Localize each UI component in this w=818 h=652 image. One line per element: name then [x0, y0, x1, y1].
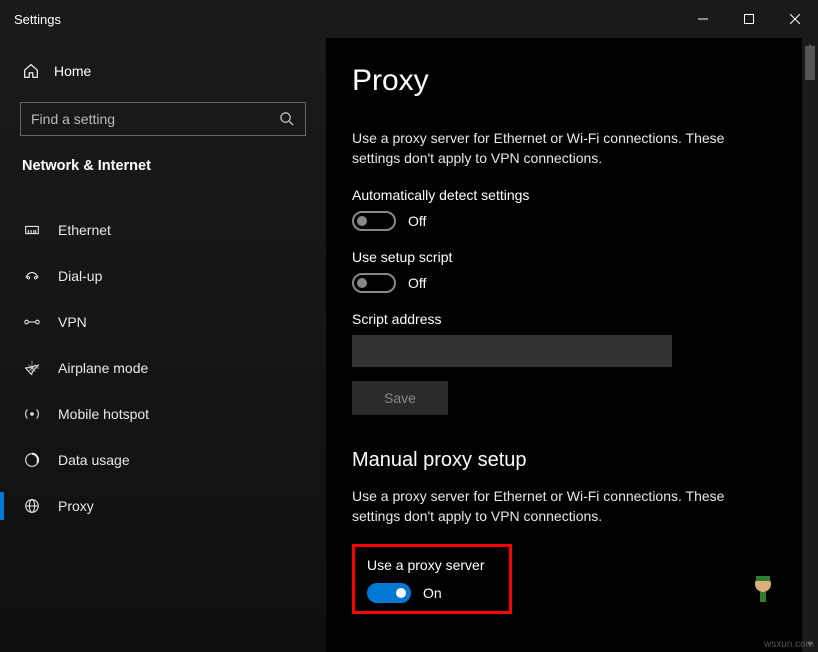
auto-detect-label: Automatically detect settings [352, 187, 776, 203]
page-title: Proxy [352, 64, 776, 98]
sidebar-category: Network & Internet [0, 158, 326, 194]
avatar-icon [746, 570, 780, 604]
window-title: Settings [0, 12, 61, 27]
sidebar-item-label: Airplane mode [58, 360, 148, 376]
hotspot-icon [22, 404, 42, 424]
search-input[interactable] [31, 111, 279, 127]
use-proxy-state: On [423, 585, 442, 601]
scroll-thumb[interactable] [805, 46, 815, 80]
vpn-icon [22, 312, 42, 332]
sidebar-item-label: Mobile hotspot [58, 406, 149, 422]
maximize-button[interactable] [726, 0, 772, 38]
globe-icon [22, 496, 42, 516]
auto-detect-toggle[interactable] [352, 211, 396, 231]
home-label: Home [54, 63, 91, 79]
content-area: Proxy Use a proxy server for Ethernet or… [326, 38, 818, 652]
watermark: wsxun.com [764, 639, 814, 650]
sidebar-item-label: VPN [58, 314, 87, 330]
use-proxy-label: Use a proxy server [367, 557, 497, 573]
manual-proxy-heading: Manual proxy setup [352, 449, 776, 472]
setup-script-toggle[interactable] [352, 273, 396, 293]
sidebar-item-hotspot[interactable]: Mobile hotspot [0, 392, 326, 436]
auto-detect-state: Off [408, 213, 426, 229]
highlight-annotation: Use a proxy server On [352, 544, 512, 614]
sidebar-item-ethernet[interactable]: Ethernet [0, 208, 326, 252]
script-address-label: Script address [352, 311, 776, 327]
sidebar-item-label: Ethernet [58, 222, 111, 238]
sidebar-item-airplane[interactable]: Airplane mode [0, 346, 326, 390]
sidebar-item-label: Data usage [58, 452, 130, 468]
sidebar-item-label: Dial-up [58, 268, 102, 284]
titlebar: Settings [0, 0, 818, 38]
sidebar-nav: Ethernet Dial-up VPN Airplane mode [0, 208, 326, 528]
setup-script-state: Off [408, 275, 426, 291]
sidebar-item-proxy[interactable]: Proxy [0, 484, 326, 528]
search-icon [279, 111, 295, 127]
airplane-icon [22, 358, 42, 378]
sidebar-item-dialup[interactable]: Dial-up [0, 254, 326, 298]
sidebar-item-label: Proxy [58, 498, 94, 514]
script-address-input[interactable] [352, 335, 672, 367]
ethernet-icon [22, 220, 42, 240]
home-link[interactable]: Home [0, 56, 326, 102]
window-controls [680, 0, 818, 38]
vertical-scrollbar[interactable]: ▲ ▼ [802, 38, 818, 652]
save-button[interactable]: Save [352, 381, 448, 415]
use-proxy-toggle[interactable] [367, 583, 411, 603]
sidebar-item-vpn[interactable]: VPN [0, 300, 326, 344]
sidebar: Home Network & Internet Ethernet Dial-up [0, 38, 326, 652]
auto-proxy-description: Use a proxy server for Ethernet or Wi-Fi… [352, 128, 772, 169]
close-button[interactable] [772, 0, 818, 38]
home-icon [22, 62, 40, 80]
manual-proxy-description: Use a proxy server for Ethernet or Wi-Fi… [352, 486, 772, 527]
sidebar-item-datausage[interactable]: Data usage [0, 438, 326, 482]
search-box[interactable] [20, 102, 306, 136]
setup-script-label: Use setup script [352, 249, 776, 265]
datausage-icon [22, 450, 42, 470]
dialup-icon [22, 266, 42, 286]
minimize-button[interactable] [680, 0, 726, 38]
